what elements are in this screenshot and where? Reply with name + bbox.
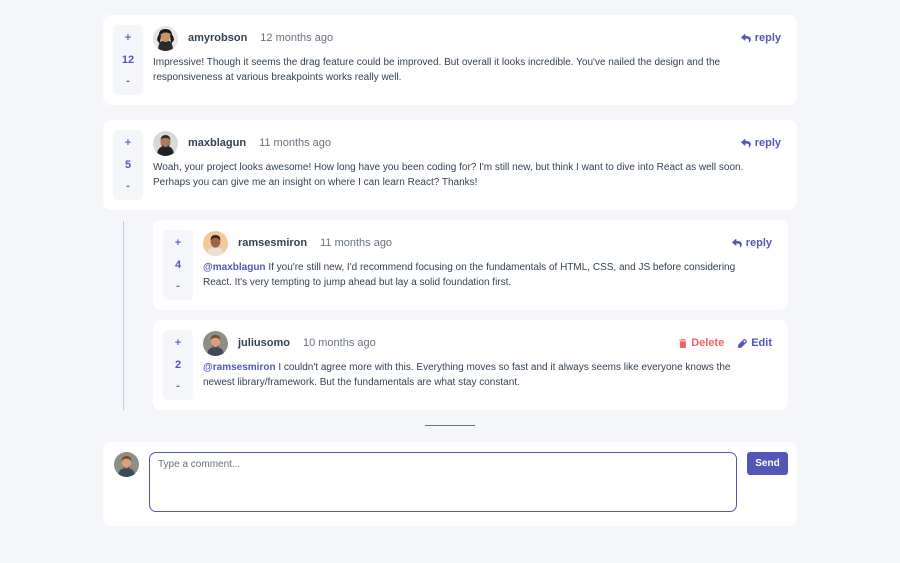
add-comment-card: Send <box>103 442 797 526</box>
comment-header: juliusomo 10 months ago Delete Edit <box>203 330 772 356</box>
delete-label: Delete <box>691 337 725 349</box>
timestamp: 10 months ago <box>302 337 376 349</box>
avatar <box>153 130 178 156</box>
comment-text: Woah, your project looks awesome! How lo… <box>153 162 744 188</box>
downvote-button[interactable]: - <box>126 76 130 87</box>
comment-actions: Delete Edit <box>679 337 772 349</box>
upvote-button[interactable]: + <box>125 138 131 149</box>
downvote-button[interactable]: - <box>126 181 130 192</box>
score-count: 4 <box>174 258 182 271</box>
avatar <box>203 230 228 256</box>
reply-label: reply <box>754 137 781 149</box>
comment-card: + 5 - maxblagun 11 months ago reply Woah… <box>103 120 797 210</box>
reply-button[interactable]: reply <box>740 32 781 44</box>
reply-icon <box>740 138 751 147</box>
upvote-button[interactable]: + <box>125 33 131 44</box>
current-user-avatar <box>114 452 139 477</box>
comment-actions: reply <box>731 237 772 249</box>
vote-control: + 4 - <box>163 230 193 300</box>
reply-thread-line <box>123 221 124 410</box>
username[interactable]: amyrobson <box>188 32 247 44</box>
reply-icon <box>740 33 751 42</box>
reply-label: reply <box>745 237 772 249</box>
username[interactable]: maxblagun <box>188 137 246 149</box>
vote-control: + 2 - <box>163 330 193 400</box>
downvote-button[interactable]: - <box>176 281 180 292</box>
edit-label: Edit <box>751 337 772 349</box>
username[interactable]: juliusomo <box>238 337 290 349</box>
vote-control: + 5 - <box>113 130 143 200</box>
timestamp: 11 months ago <box>259 137 332 149</box>
edit-button[interactable]: Edit <box>738 337 772 349</box>
vote-control: + 12 - <box>113 25 143 95</box>
divider <box>425 425 475 426</box>
timestamp: 12 months ago <box>260 32 334 44</box>
comment-text: Impressive! Though it seems the drag fea… <box>153 57 721 83</box>
comment-header: ramsesmiron 11 months ago reply <box>203 230 772 256</box>
score-count: 5 <box>124 158 132 171</box>
upvote-button[interactable]: + <box>175 338 181 349</box>
reply-icon <box>731 238 742 247</box>
reply-button[interactable]: reply <box>740 137 781 149</box>
reply-card: + 4 - ramsesmiron 11 months ago reply @m… <box>153 220 788 310</box>
reply-label: reply <box>754 32 781 44</box>
comment-card: + 12 - amyrobson 12 months ago reply Imp… <box>103 15 797 105</box>
avatar <box>203 330 228 356</box>
send-button[interactable]: Send <box>747 452 788 475</box>
comment-text: @maxblagun If you're still new, I'd reco… <box>203 260 742 290</box>
trash-icon <box>679 338 687 348</box>
comment-input[interactable] <box>149 452 737 512</box>
comment-text: @ramsesmiron I couldn't agree more with … <box>203 360 742 390</box>
mention-link[interactable]: @ramsesmiron <box>203 362 276 373</box>
avatar <box>153 25 178 51</box>
score-count: 2 <box>174 358 182 371</box>
comment-actions: reply <box>740 137 781 149</box>
comment-header: amyrobson 12 months ago reply <box>153 25 781 51</box>
score-count: 12 <box>121 53 135 66</box>
pencil-icon <box>738 338 748 348</box>
delete-button[interactable]: Delete <box>679 337 724 349</box>
comment-header: maxblagun 11 months ago reply <box>153 130 781 156</box>
timestamp: 11 months ago <box>320 237 393 249</box>
reply-card: + 2 - juliusomo 10 months ago Delete Edi… <box>153 320 788 410</box>
mention-link[interactable]: @maxblagun <box>203 262 266 273</box>
comment-actions: reply <box>740 32 781 44</box>
downvote-button[interactable]: - <box>176 381 180 392</box>
upvote-button[interactable]: + <box>175 238 181 249</box>
reply-button[interactable]: reply <box>731 237 772 249</box>
username[interactable]: ramsesmiron <box>238 237 307 249</box>
reply-text: I couldn't agree more with this. Everyth… <box>203 362 731 388</box>
reply-text: If you're still new, I'd recommend focus… <box>203 262 736 288</box>
